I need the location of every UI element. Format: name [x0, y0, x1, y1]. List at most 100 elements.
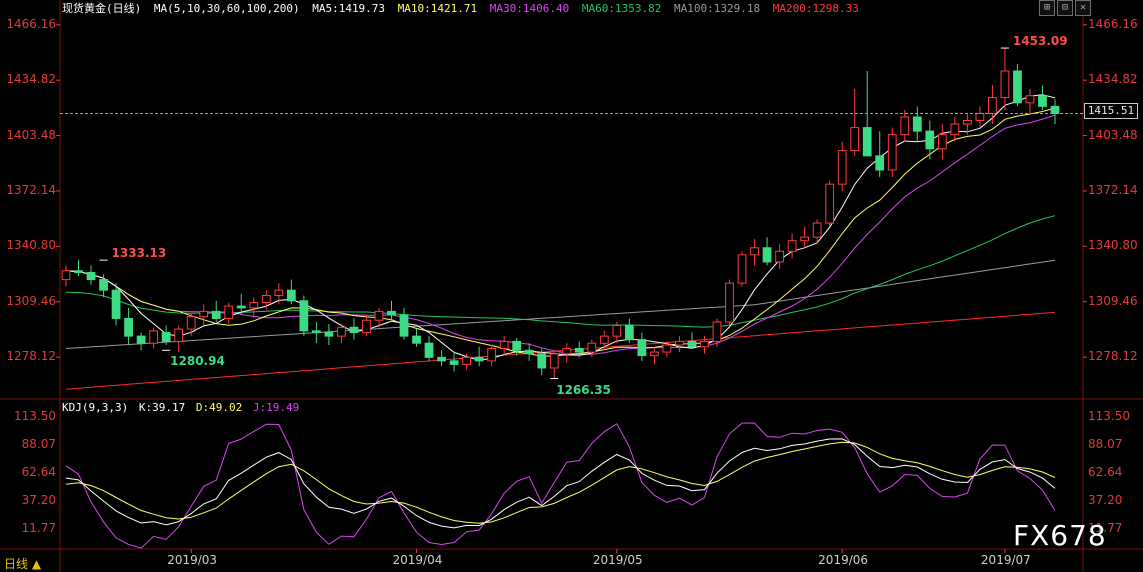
- candle-body: [937, 134, 947, 150]
- candle-body: [562, 348, 572, 355]
- candle-body: [725, 282, 734, 323]
- candle-body: [574, 348, 584, 353]
- candle-body: [587, 342, 597, 353]
- ma100-value: MA100:1329.18: [674, 2, 761, 15]
- y-tick-label-left: 1434.82: [6, 72, 56, 87]
- candle-body: [149, 330, 159, 344]
- candle-body: [687, 340, 697, 348]
- candle-body: [224, 305, 234, 319]
- y-tick-label-left: 1340.80: [6, 238, 56, 253]
- candle-body: [599, 335, 609, 344]
- candle-body: [86, 272, 96, 281]
- candle-body: [612, 325, 622, 337]
- kdj-tick-label-right: 113.50: [1088, 409, 1130, 424]
- candle-body: [211, 310, 221, 319]
- candle-body: [675, 340, 684, 346]
- candle-body: [1025, 95, 1035, 104]
- chart-title: 现货黄金(日线): [62, 2, 142, 15]
- ma60-value: MA60:1353.82: [581, 2, 662, 15]
- candle-body: [462, 356, 471, 365]
- kdj-legend: KDJ(9,3,3) K:39.17 D:49.02 J:19.49: [62, 401, 303, 415]
- candle-body: [387, 310, 396, 316]
- candle-body: [1050, 105, 1060, 114]
- candle-body: [524, 349, 534, 355]
- candle-body: [186, 316, 196, 330]
- kdj-tick-label-left: 62.64: [21, 465, 56, 480]
- candle-body: [637, 339, 647, 357]
- expand-icon[interactable]: ⊞: [1039, 0, 1055, 16]
- candle-body: [249, 302, 259, 309]
- candle-body: [975, 112, 985, 122]
- candle-body: [537, 353, 547, 369]
- x-date-label: 2019/06: [818, 553, 869, 567]
- candle-body: [800, 236, 810, 242]
- ma10-value: MA10:1421.71: [397, 2, 478, 15]
- candle-body: [850, 127, 860, 152]
- candle-body: [712, 321, 722, 342]
- kdj-j-line: [65, 422, 1056, 549]
- kdj-tick-label-left: 37.20: [21, 493, 56, 508]
- candle-body: [449, 360, 459, 365]
- candle-body: [161, 332, 171, 342]
- x-date-label: 2019/04: [392, 553, 443, 567]
- candle-body: [324, 332, 334, 337]
- candle-body: [274, 289, 284, 296]
- candle-body: [311, 330, 321, 334]
- candle-body: [750, 247, 759, 256]
- candle-body: [299, 300, 309, 332]
- candle-body: [124, 317, 133, 337]
- kdj-k-value: K:39.17: [138, 401, 186, 414]
- candle-body: [962, 120, 972, 125]
- y-tick-label-left: 1309.46: [6, 293, 56, 308]
- candle-body: [1013, 70, 1022, 104]
- kdj-k-line: [65, 438, 1056, 529]
- y-tick-label-right: 1403.48: [1088, 127, 1138, 142]
- candle-body: [199, 310, 209, 318]
- candle-body: [174, 328, 184, 342]
- candle-body: [74, 270, 83, 274]
- candle-body: [900, 116, 910, 136]
- candle-body: [512, 340, 522, 351]
- candle-body: [286, 289, 296, 302]
- candle-body: [136, 335, 146, 344]
- candle-body: [787, 240, 797, 252]
- ma10-line: [65, 107, 1056, 357]
- candle-body: [437, 356, 446, 362]
- candle-body: [988, 97, 997, 114]
- y-tick-label-left: 1278.12: [6, 349, 56, 364]
- extreme-label: 1266.35: [556, 382, 611, 397]
- candle-body: [236, 305, 246, 309]
- extreme-label: 1333.13: [111, 246, 167, 261]
- candle-body: [549, 353, 559, 369]
- kdj-tick-label-right: 88.07: [1088, 437, 1123, 452]
- kdj-tick-label-right: 62.64: [1088, 465, 1123, 480]
- candle-body: [650, 351, 659, 357]
- kdj-tick-label-right: 37.20: [1088, 493, 1123, 508]
- period-tab[interactable]: 日线 ▲: [4, 555, 41, 572]
- candle-body: [424, 342, 434, 358]
- x-date-label: 2019/05: [592, 553, 643, 567]
- close-icon[interactable]: ✕: [1075, 0, 1091, 16]
- chart-canvas[interactable]: [0, 0, 1143, 572]
- zoom-icon[interactable]: ⊟: [1057, 0, 1073, 16]
- watermark-logo: FX678: [1013, 519, 1107, 552]
- current-price-tag: 1415.51: [1084, 103, 1138, 119]
- candle-body: [875, 155, 885, 171]
- kdj-spec: KDJ(9,3,3): [62, 401, 129, 414]
- x-date-label: 2019/07: [980, 553, 1031, 567]
- candle-body: [662, 344, 672, 353]
- candle-body: [1000, 70, 1010, 99]
- y-tick-label-right: 1340.80: [1088, 238, 1138, 253]
- candle-body: [337, 326, 346, 337]
- y-tick-label-left: 1403.48: [6, 127, 56, 142]
- candle-body: [837, 150, 847, 185]
- candle-body: [61, 270, 71, 281]
- ma-legend: 现货黄金(日线) MA(5,10,30,60,100,200) MA5:1419…: [62, 0, 865, 15]
- candle-body: [99, 279, 108, 291]
- candle-body: [700, 340, 709, 348]
- extreme-label: 1280.94: [170, 354, 225, 369]
- y-tick-label-left: 1372.14: [6, 182, 56, 197]
- candle-body: [812, 222, 822, 238]
- y-tick-label-left: 1466.16: [6, 16, 56, 31]
- candle-body: [487, 348, 497, 362]
